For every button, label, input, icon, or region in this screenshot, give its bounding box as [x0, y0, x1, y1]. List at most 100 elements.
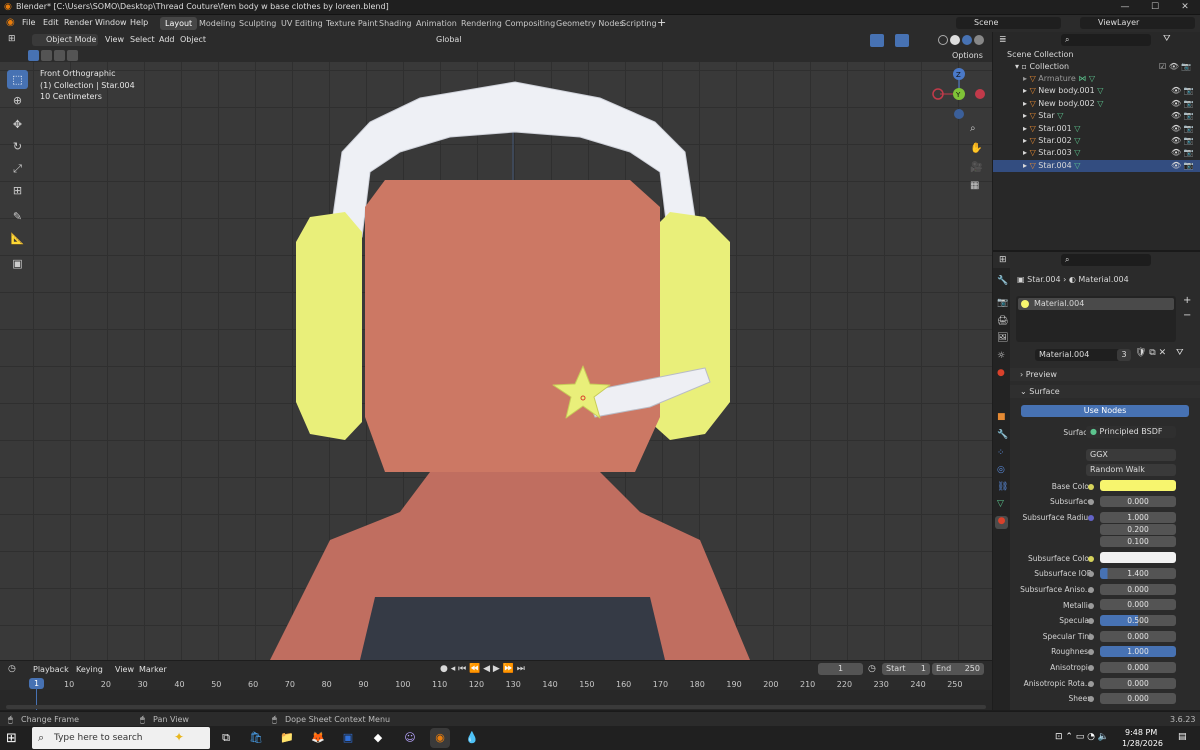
outliner-item[interactable]: ▸ ▽ New body.001 ▽ 👁 📷	[993, 85, 1200, 97]
options-dropdown[interactable]: Options	[948, 50, 984, 61]
playhead-frame-indicator[interactable]: 1	[29, 678, 44, 689]
data-tab-icon[interactable]: ▽	[997, 499, 1004, 509]
socket-icon[interactable]	[1088, 681, 1094, 687]
outliner-item[interactable]: ▸ ▽ Star.002 ▽ 👁 📷	[993, 135, 1200, 147]
socket-icon[interactable]	[1088, 556, 1094, 562]
cursor-tool-icon[interactable]: ⊕	[7, 91, 28, 110]
modifier-tab-icon[interactable]: 🔧	[997, 430, 1008, 440]
3d-viewport[interactable]: Z Y Front Orthographic (1) Collection | …	[0, 62, 992, 660]
tab-sculpting[interactable]: Sculpting	[234, 17, 281, 30]
particles-tab-icon[interactable]: ⁘	[997, 448, 1005, 458]
outliner-item[interactable]: ▸ ▽ Star ▽ 👁 📷	[993, 110, 1200, 122]
material-filter-icon[interactable]: ⛛	[1176, 348, 1184, 358]
base-color-swatch[interactable]	[1100, 480, 1176, 491]
properties-search-input[interactable]: ⌕	[1061, 254, 1151, 266]
app-drop-icon[interactable]: 💧	[462, 728, 482, 748]
distribution-dropdown[interactable]: GGX	[1086, 449, 1176, 461]
material-slot-list[interactable]: Material.004	[1016, 296, 1176, 342]
pan-hand-icon[interactable]: ✋	[970, 143, 982, 154]
user-count-badge[interactable]: 3	[1117, 349, 1131, 361]
move-tool-icon[interactable]: ✥	[7, 115, 28, 134]
gizmo-neg-z-icon[interactable]	[954, 109, 964, 119]
outliner-item[interactable]: ▸ ▽ Star.003 ▽ 👁 📷	[993, 147, 1200, 159]
select-extend-icon[interactable]	[41, 50, 52, 61]
task-view-icon[interactable]: ⧉	[216, 728, 236, 748]
subsurface-ior-field[interactable]: 1.400	[1100, 568, 1176, 579]
firefox-icon[interactable]: 🦊	[308, 728, 328, 748]
scale-tool-icon[interactable]: ⤢	[7, 159, 28, 178]
outliner-editor-icon[interactable]: ≣	[999, 35, 1007, 45]
subsurface-radius-z-field[interactable]: 0.100	[1100, 536, 1176, 547]
socket-icon[interactable]	[1088, 649, 1094, 655]
transform-tool-icon[interactable]: ⊞	[7, 181, 28, 200]
roughness-field[interactable]: 1.000	[1100, 646, 1176, 657]
outliner-collection[interactable]: ▾ ▫ Collection ☑ 👁 📷	[993, 61, 1200, 73]
outliner-item[interactable]: ▸ ▽ New body.002 ▽ 👁 📷	[993, 98, 1200, 110]
tab-animation[interactable]: Animation	[411, 17, 462, 30]
transform-orientation-dropdown[interactable]: Global	[420, 34, 468, 46]
menu-view[interactable]: View	[105, 35, 124, 44]
current-frame-field[interactable]: 1	[818, 663, 863, 675]
outliner-item[interactable]: ▸ ▽ Armature ⋈ ▽	[993, 73, 1200, 85]
material-actions-icon[interactable]: 🛡 ⧉ ✕	[1135, 348, 1166, 358]
start-frame-field[interactable]: Start 1	[882, 663, 930, 675]
tab-layout[interactable]: Layout	[160, 17, 198, 30]
subsurface-method-dropdown[interactable]: Random Walk	[1086, 464, 1176, 476]
menu-window[interactable]: Window	[95, 18, 127, 27]
subsurface-radius-y-field[interactable]: 0.200	[1100, 524, 1176, 535]
add-workspace-icon[interactable]: +	[657, 16, 666, 29]
outliner-search-input[interactable]: ⌕	[1061, 34, 1151, 46]
material-tab-icon[interactable]: ●	[995, 516, 1008, 529]
tab-scripting[interactable]: Scripting	[616, 17, 662, 30]
object-tab-icon[interactable]: ■	[997, 412, 1006, 422]
menu-select[interactable]: Select	[130, 35, 155, 44]
store-app-icon[interactable]: 🛍	[246, 728, 266, 748]
camera-view-icon[interactable]: 🎥	[970, 162, 982, 173]
anisotropic-field[interactable]: 0.000	[1100, 662, 1176, 673]
clock-icon[interactable]: ◷	[868, 664, 876, 674]
add-slot-button[interactable]: +	[1183, 295, 1191, 306]
end-frame-field[interactable]: End 250	[932, 663, 984, 675]
select-box-tool-icon[interactable]: ⬚	[7, 70, 28, 89]
blender-menu-icon[interactable]: ◉	[6, 17, 15, 28]
socket-icon[interactable]	[1088, 634, 1094, 640]
wireframe-shading-icon[interactable]	[938, 35, 948, 45]
annotate-tool-icon[interactable]: ✎	[7, 207, 28, 226]
timeline-scrollbar[interactable]	[6, 705, 986, 709]
world-tab-icon[interactable]: ●	[997, 368, 1005, 378]
subsurface-color-swatch[interactable]	[1100, 552, 1176, 563]
view-layer-selector[interactable]: ViewLayer	[1080, 17, 1195, 29]
object-mode-dropdown[interactable]: Object Mode	[32, 34, 98, 46]
outliner-item-selected[interactable]: ▸ ▽ Star.004 ▽ 👁 📷	[993, 160, 1200, 172]
output-tab-icon[interactable]: 🖨	[997, 316, 1008, 326]
surface-shader-field[interactable]: ● Principled BSDF	[1086, 426, 1176, 438]
socket-icon[interactable]	[1088, 603, 1094, 609]
overlay-toggle-icon[interactable]	[895, 34, 909, 47]
collection-visibility-icon[interactable]: ☑ 👁 📷	[1159, 61, 1191, 73]
render-tab-icon[interactable]: 📷	[997, 298, 1008, 308]
maximize-button[interactable]: ☐	[1140, 0, 1170, 15]
scene-tab-icon[interactable]: ☼	[997, 351, 1005, 361]
editor-type-icon[interactable]: ⊞	[8, 34, 16, 44]
material-shading-icon[interactable]	[962, 35, 972, 45]
subsurface-field[interactable]: 0.000	[1100, 496, 1176, 507]
socket-icon[interactable]	[1088, 587, 1094, 593]
menu-marker[interactable]: Marker	[139, 665, 167, 674]
system-tray-icon[interactable]: ⊡ ⌃ ▭ ◔ 🔈	[1055, 732, 1109, 742]
preview-panel-header[interactable]: › Preview	[1010, 368, 1200, 381]
menu-timeline-view[interactable]: View	[115, 665, 134, 674]
socket-icon[interactable]	[1088, 499, 1094, 505]
outliner-item[interactable]: ▸ ▽ Star.001 ▽ 👁 📷	[993, 123, 1200, 135]
anisotropic-rotation-field[interactable]: 0.000	[1100, 678, 1176, 689]
playback-controls-icon[interactable]: ● ◂ ⏮ ⏪ ◀ ▶ ⏩ ⏭	[440, 664, 525, 674]
menu-object[interactable]: Object	[180, 35, 206, 44]
add-cube-tool-icon[interactable]: ▣	[7, 254, 28, 273]
surface-panel-header[interactable]: ⌄ Surface	[1010, 385, 1200, 398]
tab-uv-editing[interactable]: UV Editing	[276, 17, 328, 30]
remove-slot-button[interactable]: −	[1183, 310, 1191, 321]
socket-icon[interactable]	[1088, 484, 1094, 490]
select-subtract-icon[interactable]	[54, 50, 65, 61]
select-intersect-icon[interactable]	[67, 50, 78, 61]
socket-icon[interactable]	[1088, 618, 1094, 624]
tool-tab-icon[interactable]: 🔧	[997, 276, 1008, 286]
